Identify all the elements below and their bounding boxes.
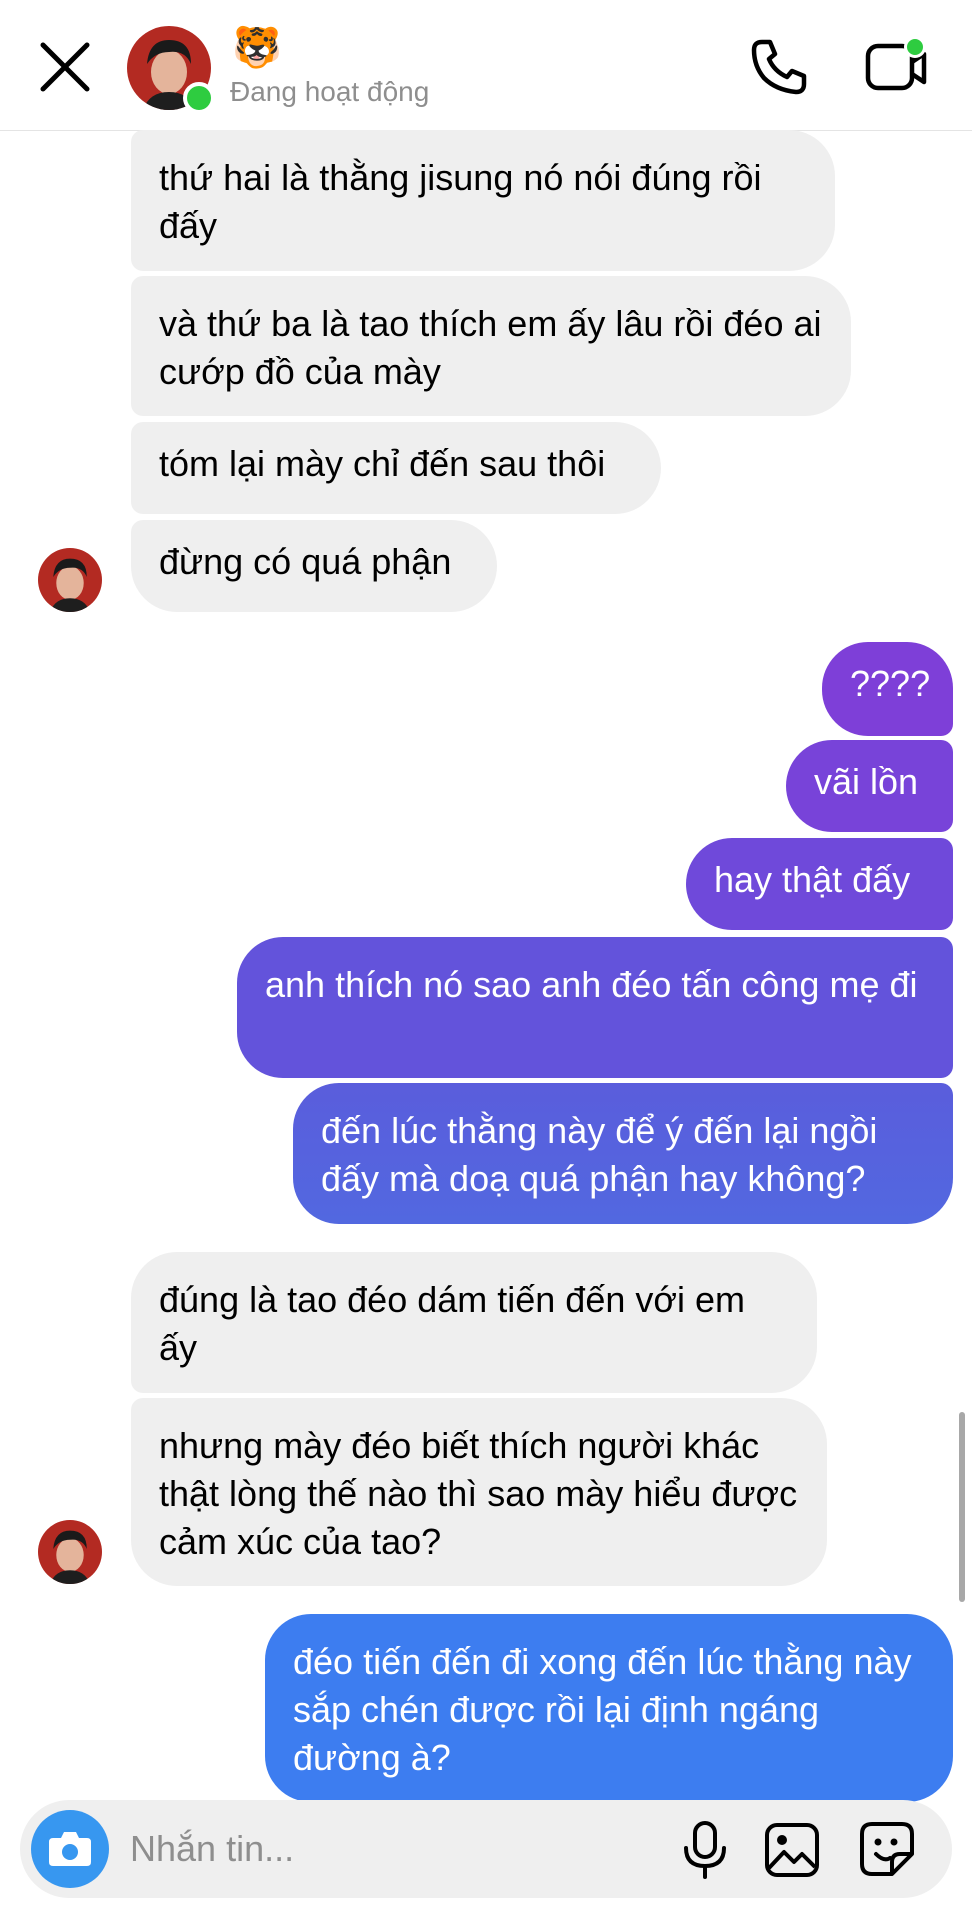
chat-header: 🐯 Đang hoạt động <box>0 0 972 131</box>
message-outgoing[interactable]: hay thật đấy <box>686 838 953 930</box>
message-incoming[interactable]: thứ hai là thằng jisung nó nói đúng rồi … <box>131 130 835 271</box>
message-input[interactable] <box>130 1822 650 1876</box>
phone-icon <box>751 39 807 95</box>
message-incoming[interactable]: và thứ ba là tao thích em ấy lâu rồi đéo… <box>131 276 851 416</box>
message-incoming[interactable]: đúng là tao đéo dám tiến đến với em ấy <box>131 1252 817 1393</box>
sender-avatar[interactable] <box>38 548 102 612</box>
sender-avatar[interactable] <box>38 1520 102 1584</box>
gallery-button[interactable] <box>764 1822 820 1878</box>
message-outgoing[interactable]: đéo tiến đến đi xong đến lúc thằng này s… <box>265 1614 953 1802</box>
microphone-icon <box>684 1821 726 1879</box>
message-incoming[interactable]: nhưng mày đéo biết thích người khác thật… <box>131 1398 827 1586</box>
voice-call-button[interactable] <box>748 36 810 98</box>
close-button[interactable] <box>38 40 92 94</box>
message-incoming[interactable]: tóm lại mày chỉ đến sau thôi <box>131 422 661 514</box>
camera-button[interactable] <box>31 1810 109 1888</box>
video-active-indicator <box>904 36 926 58</box>
contact-status: Đang hoạt động <box>230 76 430 107</box>
avatar-image <box>38 1520 102 1584</box>
message-outgoing[interactable]: anh thích nó sao anh đéo tấn công mẹ đi <box>237 937 953 1078</box>
camera-icon <box>49 1832 91 1866</box>
message-outgoing[interactable]: ???? <box>822 642 953 736</box>
scrollbar[interactable] <box>959 1412 965 1602</box>
close-icon <box>40 42 90 92</box>
online-indicator <box>183 82 215 114</box>
gallery-icon <box>765 1823 819 1877</box>
avatar-image <box>38 548 102 612</box>
sticker-button[interactable] <box>858 1820 916 1878</box>
contact-name[interactable]: 🐯 <box>232 24 282 72</box>
sticker-icon <box>860 1822 914 1876</box>
message-outgoing[interactable]: đến lúc thằng này để ý đến lại ngồi đấy … <box>293 1083 953 1224</box>
voice-message-button[interactable] <box>680 1820 730 1880</box>
message-incoming[interactable]: đừng có quá phận <box>131 520 497 612</box>
message-outgoing[interactable]: vãi lồn <box>786 740 953 832</box>
